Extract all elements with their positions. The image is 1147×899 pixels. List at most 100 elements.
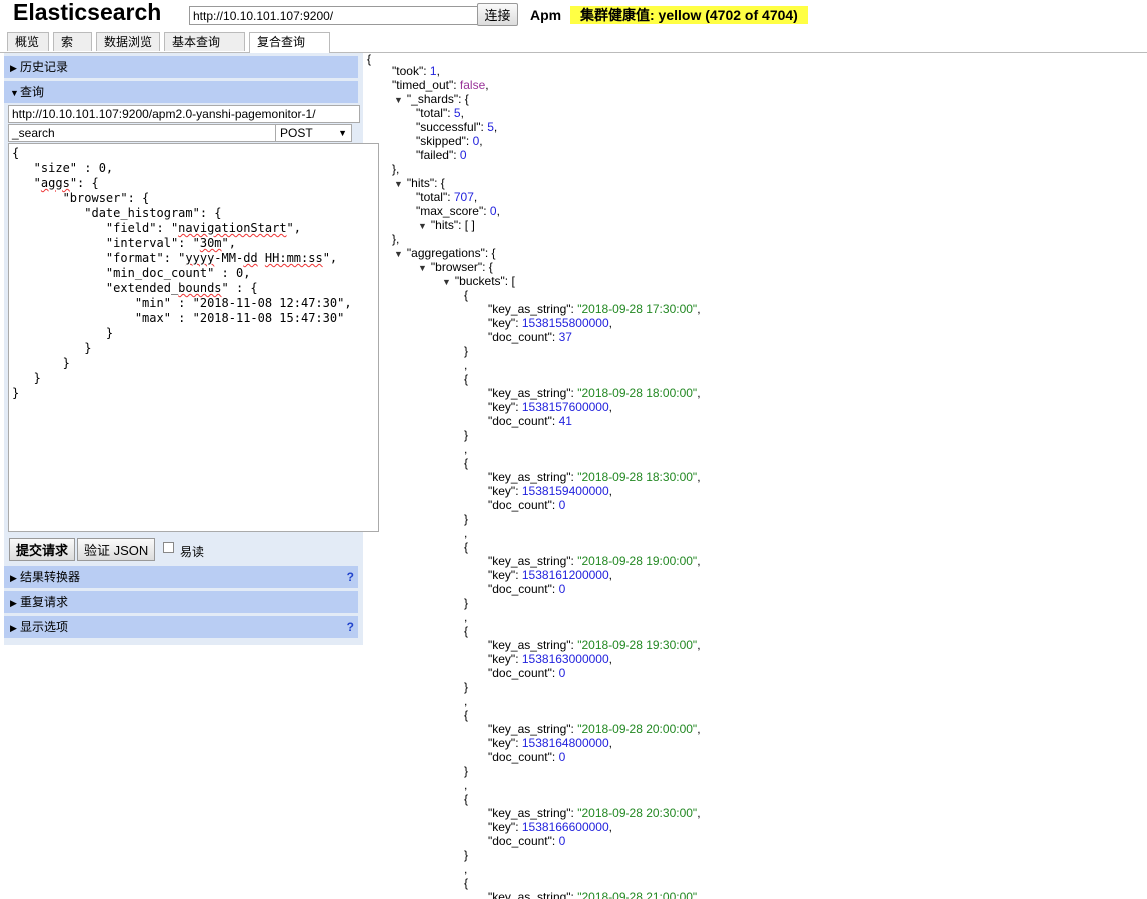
json-line-key-as-string: "key_as_string": "2018-09-28 20:00:00", xyxy=(488,722,701,736)
json-line-doc-count: "doc_count": 0 xyxy=(488,498,566,512)
triangle-right-icon: ▶ xyxy=(10,598,17,608)
triangle-down-icon: ▼ xyxy=(10,88,19,98)
request-endpoint-input[interactable]: _search xyxy=(8,124,278,142)
section-label: 重复请求 xyxy=(20,595,69,609)
json-brace: { xyxy=(464,708,469,722)
display-options-section-header[interactable]: ▶ 显示选项 ? xyxy=(4,616,358,638)
json-comma: , xyxy=(464,526,468,540)
json-brace: } xyxy=(464,512,469,526)
header-bar: Elasticsearch 连接 Apm 集群健康值: yellow (4702… xyxy=(0,0,1147,30)
shards-successful-value: 5 xyxy=(487,120,494,134)
request-path-input[interactable]: http://10.10.101.107:9200/apm2.0-yanshi-… xyxy=(8,105,360,123)
json-line-key: "key": 1538166600000, xyxy=(488,820,612,834)
cluster-name: Apm xyxy=(530,7,562,23)
triangle-right-icon: ▶ xyxy=(10,623,17,633)
json-line-doc-count: "doc_count": 0 xyxy=(488,666,566,680)
json-line-key-as-string: "key_as_string": "2018-09-28 18:00:00", xyxy=(488,386,701,400)
json-line-key-as-string: "key_as_string": "2018-09-28 18:30:00", xyxy=(488,470,701,484)
tab-indices[interactable]: 索引 xyxy=(53,32,92,68)
json-brace: }, xyxy=(392,162,400,176)
help-icon[interactable]: ? xyxy=(347,566,354,588)
pretty-label: 易读 xyxy=(180,545,205,559)
json-line-shards[interactable]: ▼ "_shards": { xyxy=(394,92,469,107)
connect-button[interactable]: 连接 xyxy=(477,3,518,26)
json-brace: { xyxy=(464,876,469,890)
json-line-key-as-string: "key_as_string": "2018-09-28 17:30:00", xyxy=(488,302,701,316)
json-line-key: "key": 1538155800000, xyxy=(488,316,612,330)
json-brace: } xyxy=(464,596,469,610)
json-line-key-as-string: "key_as_string": "2018-09-28 21:00:00", xyxy=(488,890,701,899)
json-brace: { xyxy=(464,288,469,302)
section-label: 历史记录 xyxy=(20,60,69,74)
json-brace: }, xyxy=(392,232,400,246)
json-line-took: "took": 1, xyxy=(392,64,440,78)
collapse-toggle-icon[interactable]: ▼ xyxy=(418,263,427,273)
json-brace: { xyxy=(464,792,469,806)
json-line-doc-count: "doc_count": 37 xyxy=(488,330,572,344)
json-brace: { xyxy=(464,456,469,470)
result-transformer-section-header[interactable]: ▶ 结果转换器 ? xyxy=(4,566,358,588)
validate-json-button[interactable]: 验证 JSON xyxy=(77,538,156,561)
json-line-buckets[interactable]: ▼ "buckets": [ xyxy=(442,274,515,289)
json-brace: { xyxy=(464,372,469,386)
json-line-key-as-string: "key_as_string": "2018-09-28 20:30:00", xyxy=(488,806,701,820)
section-label: 结果转换器 xyxy=(20,570,81,584)
triangle-right-icon: ▶ xyxy=(10,63,17,73)
json-line-hits[interactable]: ▼ "hits": { xyxy=(394,176,445,191)
collapse-toggle-icon[interactable]: ▼ xyxy=(394,179,403,189)
json-comma: , xyxy=(464,358,468,372)
json-line-shards-failed: "failed": 0 xyxy=(416,148,467,162)
tab-basic-query[interactable]: 基本查询 [+] xyxy=(164,32,245,68)
json-comma: , xyxy=(464,778,468,792)
tab-label: 概览 xyxy=(15,35,40,49)
history-section-header[interactable]: ▶ 历史记录 xyxy=(4,56,358,78)
json-comma: , xyxy=(464,610,468,624)
json-line-timed-out: "timed_out": false, xyxy=(392,78,489,92)
took-value: 1 xyxy=(429,64,437,78)
query-body-textarea[interactable]: { "size" : 0, "aggs": { "browser": { "da… xyxy=(8,143,379,532)
json-line-aggregations[interactable]: ▼ "aggregations": { xyxy=(394,246,496,261)
section-label: 显示选项 xyxy=(20,620,69,634)
tab-overview[interactable]: 概览 xyxy=(7,32,49,51)
cluster-health-badge: 集群健康值: yellow (4702 of 4704) xyxy=(570,6,808,24)
query-section-header[interactable]: ▼查询 xyxy=(4,81,358,103)
json-line-key: "key": 1538163000000, xyxy=(488,652,612,666)
json-brace: } xyxy=(464,848,469,862)
tab-bar: 概览 索引 数据浏览 基本查询 [+] 复合查询 [+] xyxy=(0,32,1147,68)
json-brace: } xyxy=(464,428,469,442)
collapse-toggle-icon[interactable]: ▼ xyxy=(394,249,403,259)
json-brace: } xyxy=(464,344,469,358)
json-line-browser[interactable]: ▼ "browser": { xyxy=(418,260,493,275)
json-line-key: "key": 1538157600000, xyxy=(488,400,612,414)
json-line-doc-count: "doc_count": 0 xyxy=(488,750,566,764)
json-line-hits-array[interactable]: ▼ "hits": [ ] xyxy=(418,218,475,233)
json-brace: { xyxy=(367,52,372,66)
section-label: 查询 xyxy=(20,85,45,99)
tab-label: 基本查询 xyxy=(172,35,221,49)
json-line-shards-skipped: "skipped": 0, xyxy=(416,134,483,148)
submit-request-button[interactable]: 提交请求 xyxy=(9,538,76,561)
collapse-toggle-icon[interactable]: ▼ xyxy=(418,221,427,231)
shards-failed-value: 0 xyxy=(459,148,467,162)
http-method-select[interactable]: POST ▼ xyxy=(275,124,352,142)
tab-browser[interactable]: 数据浏览 xyxy=(96,32,160,51)
shards-total-value: 5 xyxy=(453,106,461,120)
app-logo: Elasticsearch xyxy=(13,0,162,25)
collapse-toggle-icon[interactable]: ▼ xyxy=(394,95,403,105)
json-line-key: "key": 1538164800000, xyxy=(488,736,612,750)
tab-label: 复合查询 xyxy=(257,35,306,49)
tab-label: 数据浏览 xyxy=(104,35,153,49)
help-icon[interactable]: ? xyxy=(347,616,354,638)
json-comma: , xyxy=(464,862,468,876)
json-line-shards-successful: "successful": 5, xyxy=(416,120,498,134)
repeat-request-section-header[interactable]: ▶ 重复请求 xyxy=(4,591,358,613)
pretty-checkbox[interactable] xyxy=(163,542,174,553)
json-brace: { xyxy=(464,540,469,554)
max-score-value: 0 xyxy=(489,204,497,218)
json-line-max-score: "max_score": 0, xyxy=(416,204,500,218)
json-line-doc-count: "doc_count": 41 xyxy=(488,414,572,428)
json-line-key: "key": 1538159400000, xyxy=(488,484,612,498)
tab-any-request[interactable]: 复合查询 [+] xyxy=(249,32,330,68)
cluster-url-input[interactable] xyxy=(189,6,479,25)
collapse-toggle-icon[interactable]: ▼ xyxy=(442,277,451,287)
